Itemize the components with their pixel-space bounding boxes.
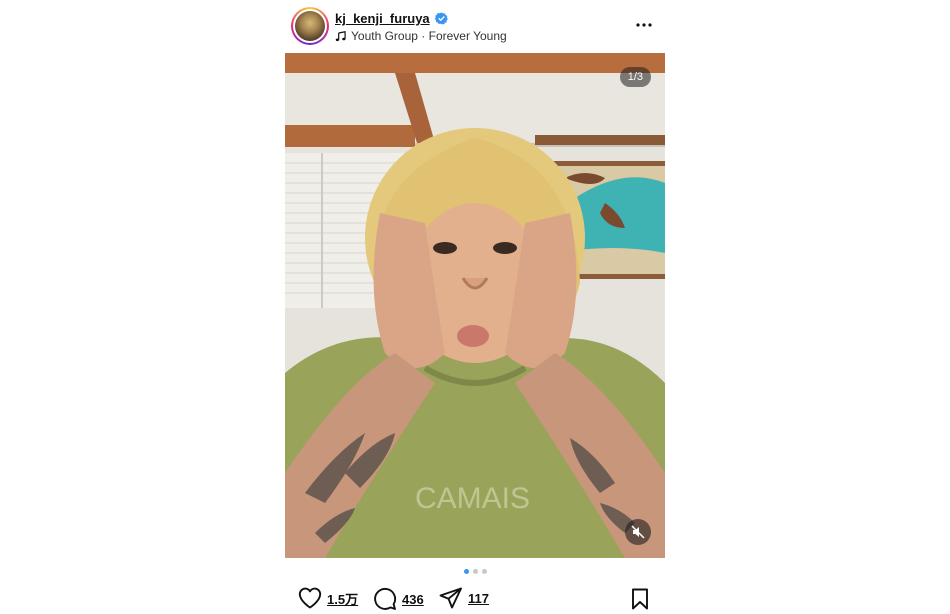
avatar[interactable] [291, 7, 329, 45]
comment-icon [374, 588, 397, 610]
share-count[interactable]: 117 [468, 591, 489, 606]
carousel-dot[interactable] [463, 569, 469, 574]
post-card: kj_kenji_furuya Youth Group · Forever Yo… [285, 0, 665, 614]
post-media[interactable]: CAMAIS 1/3 [285, 53, 665, 558]
carousel-dot[interactable] [481, 569, 487, 574]
bookmark-button[interactable] [631, 588, 649, 614]
like-count[interactable]: 1.5万 [327, 589, 358, 608]
share-action[interactable]: 117 [439, 587, 489, 609]
carousel-dot[interactable] [472, 569, 478, 574]
username-link[interactable]: kj_kenji_furuya [335, 11, 430, 26]
verified-icon [434, 12, 448, 25]
action-bar: 1.5万 436 117 [285, 587, 665, 613]
slide-counter: 1/3 [619, 67, 651, 87]
mute-button[interactable] [625, 519, 651, 545]
heart-icon [298, 587, 322, 609]
svg-text:CAMAIS: CAMAIS [415, 482, 530, 515]
more-options-button[interactable] [635, 16, 653, 34]
music-row[interactable]: Youth Group · Forever Young [335, 29, 507, 43]
post-header: kj_kenji_furuya Youth Group · Forever Yo… [285, 0, 665, 52]
comment-action[interactable]: 436 [373, 587, 424, 611]
share-icon [439, 587, 462, 609]
bookmark-icon [632, 588, 648, 610]
comment-count[interactable]: 436 [402, 592, 424, 607]
carousel-dots [285, 569, 665, 574]
mute-icon [631, 525, 645, 539]
username-row: kj_kenji_furuya [335, 11, 448, 26]
music-note-icon [335, 30, 346, 41]
music-label: Youth Group · Forever Young [351, 29, 507, 43]
post-photo: CAMAIS [285, 53, 665, 558]
more-options-icon [636, 23, 652, 27]
like-action[interactable]: 1.5万 [298, 587, 358, 609]
